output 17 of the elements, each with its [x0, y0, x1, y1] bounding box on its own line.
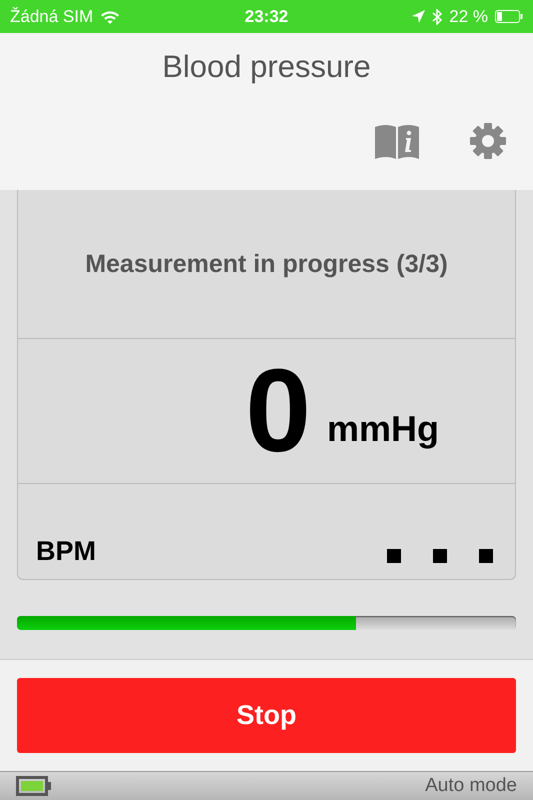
bluetooth-icon [432, 8, 442, 24]
screen-title: Blood pressure [161, 49, 372, 85]
clock-text: 23:32 [244, 6, 288, 26]
wifi-icon [100, 10, 120, 24]
pressure-value: 0 [245, 352, 311, 470]
battery-percent-text: 22 % [449, 6, 488, 26]
battery-icon [494, 10, 523, 23]
carrier-text: Žádná SIM [10, 6, 94, 26]
location-arrow-icon [412, 10, 426, 23]
mode-text: Auto mode [425, 775, 517, 797]
stop-button[interactable]: Stop [17, 678, 516, 753]
settings-icon[interactable] [469, 122, 507, 160]
pulse-label: BPM [36, 536, 96, 567]
pressure-unit: mmHg [326, 408, 439, 450]
book-info-icon[interactable] [373, 123, 421, 159]
measurement-status-text: Measurement in progress (3/3) [85, 250, 448, 278]
battery-icon [16, 776, 52, 796]
